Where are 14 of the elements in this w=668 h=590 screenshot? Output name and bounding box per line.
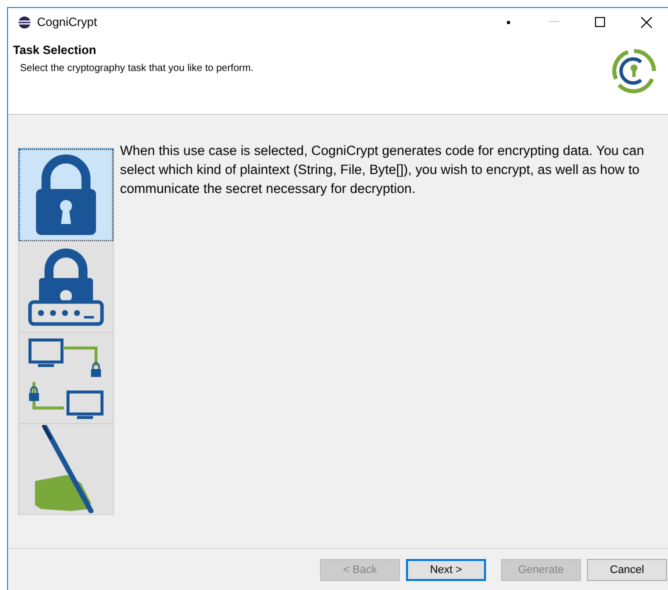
app-icon [18, 16, 31, 28]
maximize-icon[interactable] [595, 17, 605, 27]
dialog-button[interactable]: Next > [406, 559, 486, 581]
close-icon[interactable] [640, 16, 652, 28]
task-tile[interactable] [18, 332, 114, 424]
page-description: Select the cryptography task that you like to perform. [20, 63, 254, 74]
task-tile[interactable] [18, 241, 114, 333]
task-tile[interactable] [18, 423, 114, 515]
dialog-button[interactable]: Cancel [587, 559, 667, 581]
task-description: When this use case is selected, CogniCrypt generates code for encrypting data. You can select which kind of plaintext (String, File, Byte[]), you wish to encrypt, as well as how to communicate the secret necessary for decryption. [120, 142, 646, 198]
shield-logo-icon [611, 48, 657, 94]
window-title: CogniCrypt [37, 15, 98, 29]
task-tile[interactable] [18, 148, 114, 242]
page-title: Task Selection [13, 43, 98, 57]
